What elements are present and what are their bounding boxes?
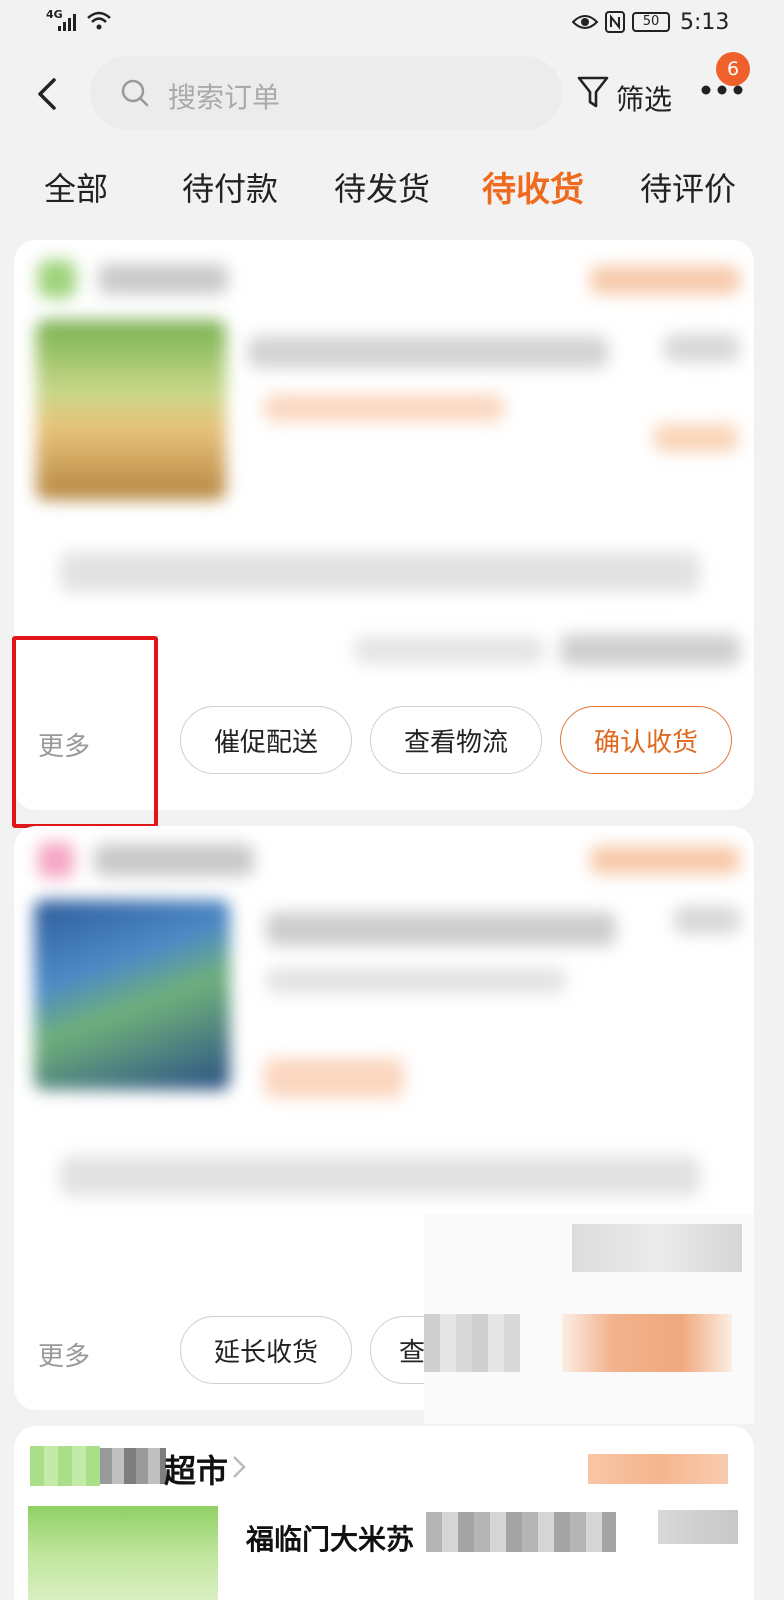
product-title-mosaic bbox=[426, 1512, 616, 1552]
order-status bbox=[590, 846, 740, 874]
order-card[interactable]: 超市 福临门大米苏 bbox=[14, 1426, 754, 1600]
filter-label: 筛选 bbox=[616, 83, 673, 116]
back-button[interactable] bbox=[30, 74, 64, 114]
tab-pending-payment[interactable]: 待付款 bbox=[182, 164, 278, 210]
delivery-info bbox=[60, 1156, 700, 1196]
tab-pending-review[interactable]: 待评价 bbox=[640, 164, 736, 210]
store-name bbox=[98, 264, 228, 294]
store-logo bbox=[38, 260, 76, 298]
store-name bbox=[94, 844, 254, 876]
product-image bbox=[36, 320, 226, 500]
product-title bbox=[266, 912, 616, 946]
chevron-left-icon bbox=[38, 78, 56, 110]
search-icon bbox=[121, 79, 149, 107]
clock: 5:13 bbox=[680, 10, 730, 35]
notification-badge: 6 bbox=[716, 52, 750, 86]
product-price bbox=[664, 334, 740, 362]
product-title bbox=[248, 336, 608, 368]
product-title: 福临门大米苏 bbox=[246, 1523, 415, 1556]
product-spec bbox=[266, 968, 566, 994]
search-placeholder: 搜索订单 bbox=[168, 81, 281, 114]
product-image bbox=[34, 900, 230, 1090]
more-menu-button[interactable]: 6 bbox=[698, 52, 758, 118]
product-price bbox=[658, 1510, 738, 1544]
store-name-mosaic bbox=[100, 1448, 166, 1484]
chevron-right-icon bbox=[233, 1456, 246, 1478]
product-tag bbox=[264, 1058, 404, 1098]
delivery-info bbox=[60, 552, 700, 592]
more-dots-icon bbox=[701, 85, 743, 95]
battery-icon: 50 bbox=[632, 12, 670, 32]
order-summary bbox=[354, 636, 544, 664]
product-tag bbox=[264, 394, 504, 422]
nfc-icon bbox=[605, 11, 625, 33]
status-bar: 4G 50 5:13 bbox=[0, 0, 784, 48]
wifi-icon bbox=[87, 11, 111, 30]
store-logo bbox=[38, 842, 74, 878]
more-link[interactable]: 更多 bbox=[38, 1336, 90, 1373]
signal-icon bbox=[58, 14, 76, 31]
store-logo bbox=[30, 1446, 100, 1486]
product-image bbox=[28, 1506, 218, 1600]
store-name: 超市 bbox=[164, 1452, 229, 1490]
battery-level: 50 bbox=[642, 14, 660, 29]
mosaic-block bbox=[572, 1224, 742, 1272]
product-price bbox=[674, 906, 740, 934]
order-total bbox=[560, 634, 740, 666]
mosaic-overlay bbox=[424, 1214, 754, 1424]
order-status bbox=[590, 266, 740, 294]
highlight-box bbox=[12, 636, 158, 828]
tab-pending-shipment[interactable]: 待发货 bbox=[334, 164, 430, 210]
urge-delivery-button[interactable]: 催促配送 bbox=[180, 706, 352, 774]
mosaic-block bbox=[424, 1314, 520, 1372]
view-logistics-button[interactable]: 查看物流 bbox=[370, 706, 542, 774]
filter-icon bbox=[577, 76, 609, 108]
eye-icon bbox=[572, 15, 598, 29]
product-note bbox=[654, 424, 738, 452]
order-status bbox=[588, 1454, 728, 1484]
mosaic-block bbox=[562, 1314, 732, 1372]
extend-receipt-button[interactable]: 延长收货 bbox=[180, 1316, 352, 1384]
confirm-receipt-button[interactable]: 确认收货 bbox=[560, 706, 732, 774]
tab-all[interactable]: 全部 bbox=[44, 164, 108, 210]
search-input[interactable]: 搜索订单 bbox=[90, 56, 562, 130]
filter-button[interactable]: 筛选 bbox=[576, 72, 680, 116]
tab-pending-receipt[interactable]: 待收货 bbox=[482, 162, 584, 211]
